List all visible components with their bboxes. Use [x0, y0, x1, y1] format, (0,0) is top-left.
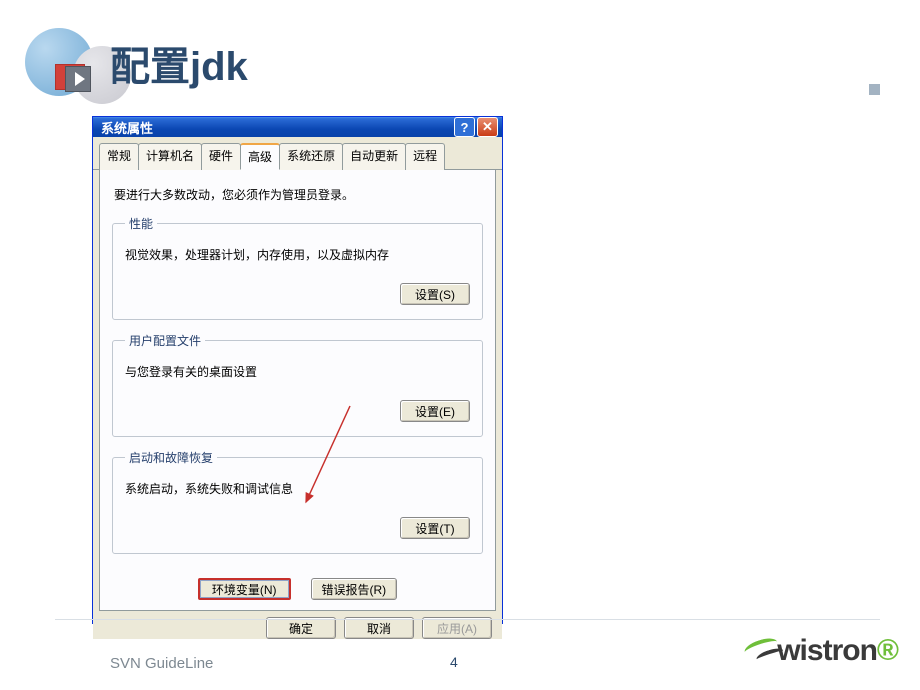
system-properties-dialog: 系统属性 常规 计算机名 硬件 高级 系统还原 自动更新 远程 要进行大多数改动…: [92, 116, 503, 624]
tab-general[interactable]: 常规: [99, 143, 139, 170]
user-profile-legend: 用户配置文件: [125, 332, 205, 349]
help-button[interactable]: [454, 117, 475, 137]
dialog-footer: 确定 取消 应用(A): [93, 617, 502, 639]
tab-auto-update[interactable]: 自动更新: [342, 143, 406, 170]
footer-underline: [55, 619, 880, 620]
footer-text: SVN GuideLine: [110, 655, 213, 672]
tab-strip: 常规 计算机名 硬件 高级 系统还原 自动更新 远程: [93, 137, 502, 170]
ok-button[interactable]: 确定: [266, 617, 336, 639]
admin-notice: 要进行大多数改动，您必须作为管理员登录。: [114, 186, 481, 203]
advanced-tab-panel: 要进行大多数改动，您必须作为管理员登录。 性能 视觉效果，处理器计划，内存使用，…: [99, 170, 496, 611]
tab-system-restore[interactable]: 系统还原: [279, 143, 343, 170]
startup-settings-button[interactable]: 设置(T): [400, 517, 470, 539]
user-profile-text: 与您登录有关的桌面设置: [125, 363, 470, 380]
accent-square-icon: [869, 84, 880, 95]
user-profile-settings-button[interactable]: 设置(E): [400, 400, 470, 422]
close-button[interactable]: [477, 117, 498, 137]
header-underline: [55, 90, 880, 92]
play-arrow-icon: [65, 66, 91, 92]
bottom-button-row: 环境变量(N) 错误报告(R): [112, 578, 483, 600]
dialog-titlebar[interactable]: 系统属性: [93, 117, 502, 137]
startup-group: 启动和故障恢复 系统启动，系统失败和调试信息 设置(T): [112, 449, 483, 554]
dialog-title: 系统属性: [101, 118, 153, 137]
startup-legend: 启动和故障恢复: [125, 449, 217, 466]
startup-text: 系统启动，系统失败和调试信息: [125, 480, 470, 497]
page-number: 4: [450, 654, 458, 670]
user-profile-group: 用户配置文件 与您登录有关的桌面设置 设置(E): [112, 332, 483, 437]
slide-title: 配置jdk: [110, 34, 248, 92]
cancel-button[interactable]: 取消: [344, 617, 414, 639]
tab-computer-name[interactable]: 计算机名: [138, 143, 202, 170]
apply-button[interactable]: 应用(A): [422, 617, 492, 639]
tab-advanced[interactable]: 高级: [240, 143, 280, 170]
tab-remote[interactable]: 远程: [405, 143, 445, 170]
error-report-button[interactable]: 错误报告(R): [311, 578, 398, 600]
tab-hardware[interactable]: 硬件: [201, 143, 241, 170]
performance-legend: 性能: [125, 215, 157, 232]
brand-logo: wistron®: [777, 634, 898, 668]
performance-group: 性能 视觉效果，处理器计划，内存使用，以及虚拟内存 设置(S): [112, 215, 483, 320]
env-vars-button[interactable]: 环境变量(N): [198, 578, 291, 600]
performance-text: 视觉效果，处理器计划，内存使用，以及虚拟内存: [125, 246, 470, 263]
performance-settings-button[interactable]: 设置(S): [400, 283, 470, 305]
